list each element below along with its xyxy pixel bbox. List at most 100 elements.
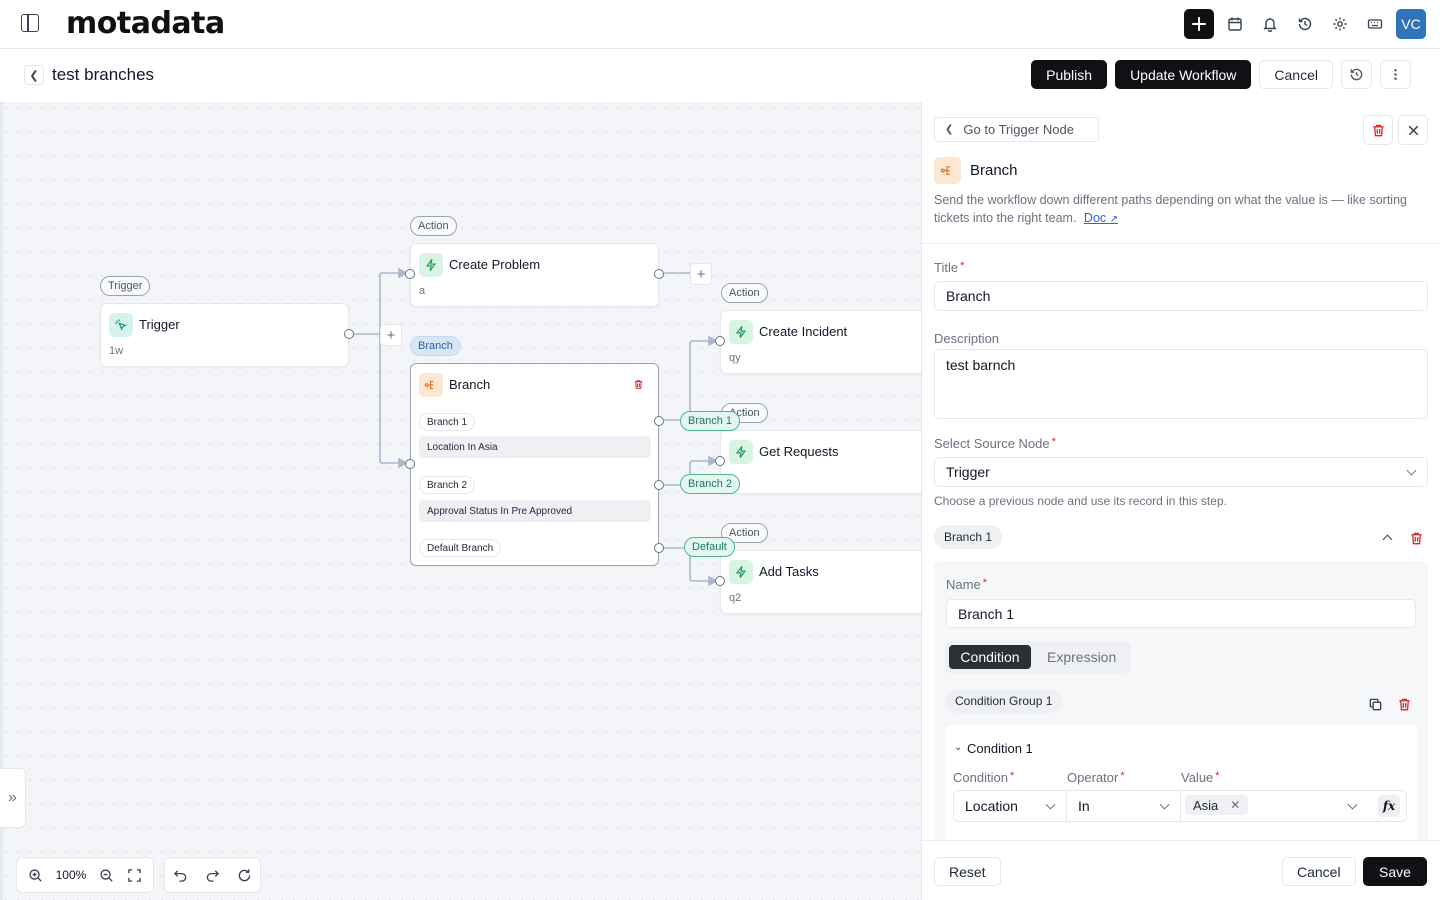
settings-button[interactable]: [1326, 9, 1354, 39]
branch-2-condition: Approval Status In Pre Approved: [419, 500, 651, 522]
external-link-icon: ↗: [1109, 214, 1119, 225]
expression-mode-tab[interactable]: Expression: [1047, 645, 1116, 669]
branch-split-icon: [940, 166, 950, 175]
expand-panel-button[interactable]: »: [0, 768, 26, 828]
title-field-label: Title *: [934, 260, 964, 275]
redo-button[interactable]: [205, 868, 220, 883]
panel-footer: Reset Cancel Save: [922, 840, 1440, 900]
close-panel-button[interactable]: [1398, 115, 1428, 145]
get-requests-input-handle[interactable]: [715, 456, 725, 466]
delete-group-button[interactable]: [1397, 697, 1412, 712]
value-tag-label: Asia: [1193, 797, 1219, 813]
kebab-menu-icon: [1394, 69, 1397, 80]
branch-node[interactable]: Branch Branch 1 Location In Asia Branch …: [410, 363, 659, 566]
condition-mode-tab[interactable]: Condition: [949, 645, 1031, 669]
delete-node-button[interactable]: [1363, 115, 1393, 145]
zoom-in-button[interactable]: [28, 868, 43, 883]
branch-1-output-handle[interactable]: [654, 416, 664, 426]
keyboard-button[interactable]: [1361, 9, 1389, 39]
delete-branch-button[interactable]: [1409, 531, 1424, 546]
publish-button[interactable]: Publish: [1031, 60, 1108, 89]
function-expression-button[interactable]: fx: [1378, 795, 1400, 817]
fullscreen-icon: [128, 868, 142, 882]
save-button[interactable]: Save: [1363, 857, 1427, 886]
calendar-button[interactable]: [1221, 9, 1249, 39]
refresh-icon: [238, 868, 250, 881]
undo-icon: [174, 869, 187, 882]
page-header: ❮ test branches Publish Update Workflow …: [0, 49, 1440, 102]
condition-field-select[interactable]: Location: [953, 790, 1067, 822]
create-problem-subtitle: a: [419, 285, 426, 297]
create-problem-input-handle[interactable]: [405, 269, 415, 279]
zoom-out-button[interactable]: [99, 868, 114, 883]
condition-1-title: Condition 1: [967, 741, 1033, 756]
create-incident-title: Create Incident: [759, 324, 848, 339]
version-history-button[interactable]: [1341, 60, 1372, 89]
go-to-trigger-node-button[interactable]: ❮ Go to Trigger Node: [934, 117, 1099, 142]
app-logo[interactable]: motadata: [66, 6, 225, 41]
history-button[interactable]: [1291, 9, 1319, 39]
more-options-button[interactable]: [1380, 60, 1411, 89]
get-requests-title: Get Requests: [759, 444, 839, 459]
create-new-button[interactable]: [1184, 9, 1214, 39]
zoom-controls: 100%: [16, 857, 154, 893]
plus-icon: [1192, 17, 1206, 31]
create-incident-node[interactable]: Create Incident qy: [720, 310, 921, 374]
fit-view-button[interactable]: [127, 868, 142, 883]
branch-input-handle[interactable]: [405, 459, 415, 469]
reset-button[interactable]: Reset: [934, 857, 1001, 886]
node-config-panel: ❮ Go to Trigger Node Branch Send the wor…: [921, 102, 1440, 900]
panel-node-name: Branch: [970, 162, 1018, 179]
branch-2-chip: Branch 2: [419, 476, 476, 494]
remove-tag-icon[interactable]: ✕: [1230, 798, 1240, 812]
chevron-up-icon[interactable]: [1382, 534, 1393, 545]
branch-1-chip: Branch 1: [419, 413, 476, 431]
trigger-node-icon: [109, 313, 133, 337]
cancel-button[interactable]: Cancel: [1259, 60, 1333, 89]
add-node-button[interactable]: +: [380, 324, 402, 346]
trigger-node-title: Trigger: [139, 317, 180, 332]
user-avatar[interactable]: VC: [1396, 9, 1426, 39]
source-node-select[interactable]: Trigger: [934, 457, 1428, 487]
workflow-canvas[interactable]: Trigger Trigger 1w + Action Create Probl…: [0, 102, 921, 900]
branch-name-input[interactable]: Branch 1: [946, 599, 1416, 628]
operator-select[interactable]: In: [1066, 790, 1181, 822]
trigger-output-handle[interactable]: [344, 329, 354, 339]
zoom-in-icon: [28, 868, 42, 882]
page-title: test branches: [52, 65, 155, 84]
branch-1-condition: Location In Asia: [419, 436, 651, 458]
create-problem-node[interactable]: Create Problem a: [410, 243, 659, 307]
chevron-down-icon[interactable]: ⌄: [954, 742, 962, 753]
description-textarea[interactable]: test barnch: [934, 349, 1428, 419]
condition-col-text: Condition: [953, 770, 1008, 785]
update-workflow-button[interactable]: Update Workflow: [1115, 60, 1252, 89]
add-tasks-node[interactable]: Add Tasks q2: [720, 550, 921, 614]
create-incident-input-handle[interactable]: [715, 336, 725, 346]
mode-toggle: Condition Expression: [945, 641, 1131, 673]
title-input[interactable]: Branch: [934, 281, 1428, 311]
source-node-hint: Choose a previous node and use its recor…: [934, 494, 1227, 508]
panel-divider: [922, 243, 1440, 244]
undo-button[interactable]: [173, 868, 188, 883]
required-mark: *: [960, 260, 965, 272]
get-requests-node[interactable]: Get Requests q: [720, 430, 921, 494]
default-output-handle[interactable]: [654, 543, 664, 553]
pointer-click-icon: [115, 319, 128, 331]
duplicate-group-button[interactable]: [1368, 697, 1383, 712]
branch-node-delete-button[interactable]: [633, 378, 644, 393]
sidebar-toggle-icon[interactable]: [21, 14, 39, 32]
refresh-button[interactable]: [237, 868, 252, 883]
panel-cancel-button[interactable]: Cancel: [1282, 857, 1356, 886]
chevron-down-icon: [1406, 465, 1417, 476]
add-tasks-input-handle[interactable]: [715, 576, 725, 586]
create-problem-output-handle[interactable]: [654, 269, 664, 279]
doc-link[interactable]: Doc ↗: [1084, 211, 1118, 225]
notifications-button[interactable]: [1256, 9, 1284, 39]
trigger-node[interactable]: Trigger 1w: [100, 303, 349, 367]
branch-node-icon: [419, 373, 443, 397]
branch-1-tab-chip[interactable]: Branch 1: [934, 525, 1003, 549]
close-icon: [1408, 125, 1418, 135]
back-button[interactable]: ❮: [24, 65, 44, 85]
branch-2-output-handle[interactable]: [654, 480, 664, 490]
add-node-after-create-problem-button[interactable]: +: [690, 263, 712, 285]
